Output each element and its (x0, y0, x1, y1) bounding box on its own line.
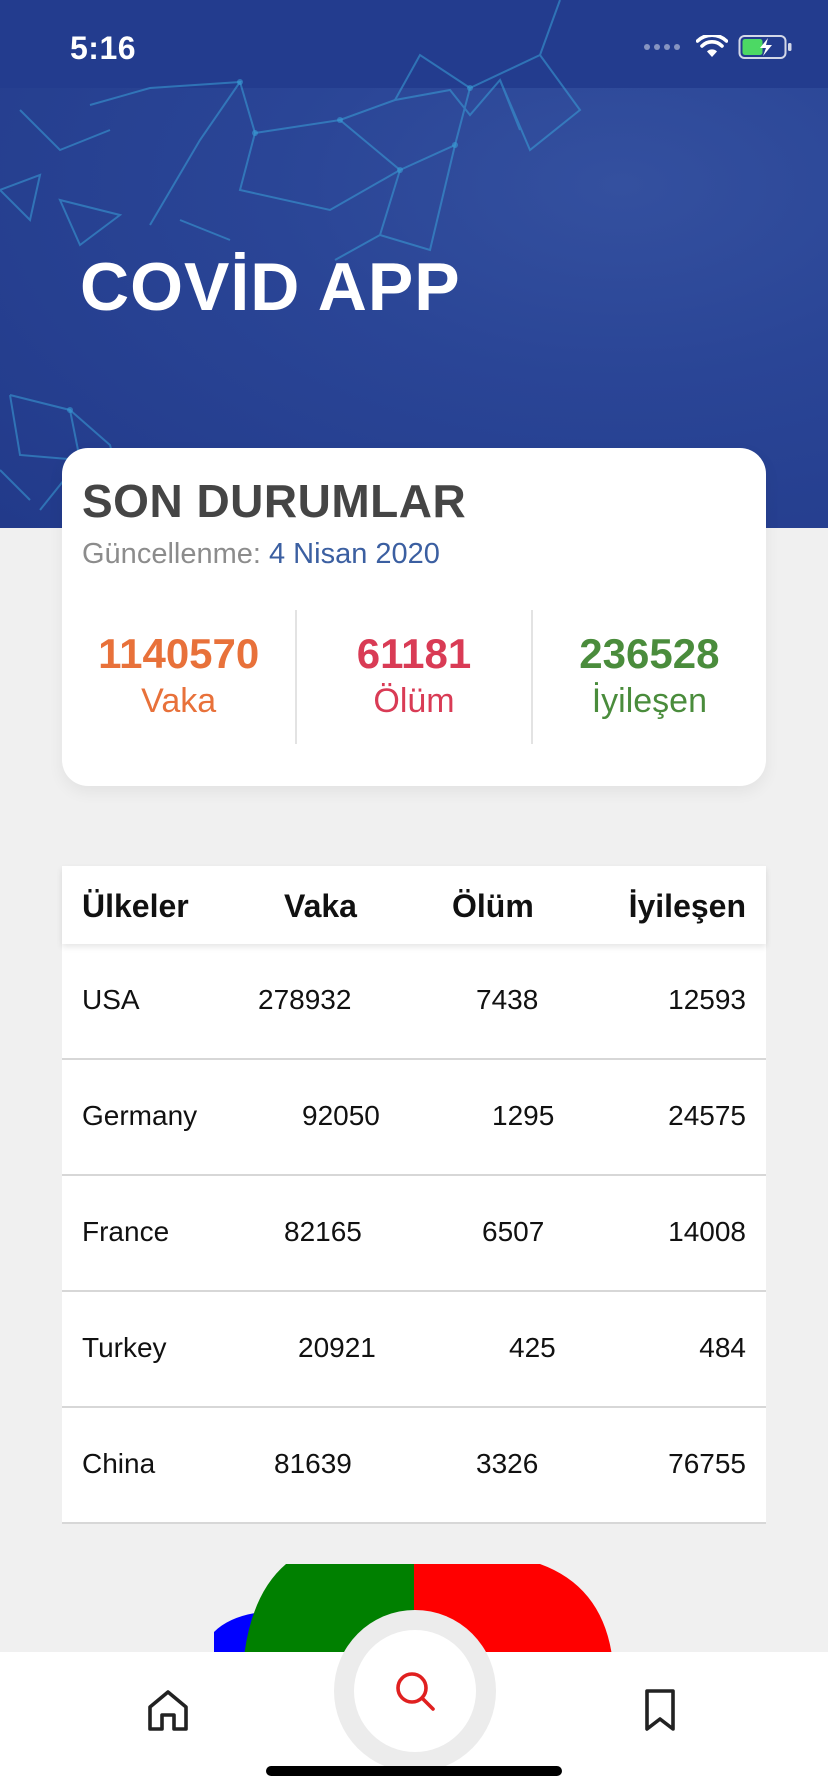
home-indicator[interactable] (266, 1766, 562, 1776)
cell-recovered: 24575 (668, 1100, 746, 1131)
status-time: 5:16 (70, 30, 137, 66)
column-header-cases: Vaka (284, 888, 357, 924)
table-row[interactable]: France 82165 6507 14008 (62, 1176, 766, 1292)
cell-cases: 92050 (302, 1100, 380, 1131)
cell-country: France (82, 1216, 170, 1247)
stat-cases: 1140570 Vaka (62, 610, 295, 744)
cell-recovered: 14008 (668, 1216, 746, 1247)
column-header-country: Ülkeler (82, 888, 189, 924)
cell-deaths: 6507 (482, 1216, 545, 1247)
nav-search-button[interactable] (354, 1630, 476, 1752)
summary-title: SON DURUMLAR (82, 475, 467, 527)
column-header-recovered: İyileşen (628, 888, 746, 924)
stat-recovered: 236528 İyileşen (533, 610, 766, 744)
table-header: Ülkeler Vaka Ölüm İyileşen (62, 866, 766, 944)
column-header-deaths: Ölüm (452, 888, 534, 924)
cell-cases: 278932 (258, 984, 352, 1015)
table-row[interactable]: Germany 92050 1295 24575 (62, 1060, 766, 1176)
cellular-signal-icon (644, 44, 680, 50)
cell-cases: 81639 (274, 1448, 352, 1479)
cell-deaths: 425 (509, 1332, 556, 1363)
cell-country: Turkey (82, 1332, 167, 1363)
cell-country: China (82, 1448, 156, 1479)
table-row[interactable]: USA 278932 7438 12593 (62, 944, 766, 1060)
summary-card: SON DURUMLAR Güncellenme: 4 Nisan 2020 1… (62, 448, 766, 786)
wifi-icon (696, 35, 728, 57)
stat-recovered-value: 236528 (579, 630, 720, 677)
update-label: Güncellenme: (82, 538, 261, 570)
stat-deaths-value: 61181 (356, 630, 472, 677)
home-icon (148, 1690, 188, 1731)
summary-stats: 1140570 Vaka 61181 Ölüm 236528 İyileşen (62, 610, 766, 744)
cell-deaths: 1295 (492, 1100, 555, 1131)
stat-cases-label: Vaka (141, 682, 217, 720)
stat-deaths: 61181 Ölüm (297, 610, 530, 744)
stat-cases-value: 1140570 (98, 630, 260, 677)
cell-cases: 20921 (298, 1332, 376, 1363)
bookmark-icon (645, 1689, 675, 1731)
stat-deaths-label: Ölüm (373, 682, 455, 720)
cell-country: Germany (82, 1100, 198, 1131)
stat-recovered-label: İyileşen (591, 682, 707, 720)
table-row[interactable]: Turkey 20921 425 484 (62, 1292, 766, 1408)
status-icons (644, 34, 794, 60)
nav-bookmark-button[interactable] (632, 1682, 688, 1738)
battery-charging-icon (738, 35, 792, 59)
cell-recovered: 12593 (668, 984, 746, 1015)
search-icon (396, 1672, 435, 1711)
countries-table[interactable]: Ülkeler Vaka Ölüm İyileşen USA 278932 74… (62, 866, 766, 1524)
nav-home-button[interactable] (140, 1682, 196, 1738)
cell-deaths: 3326 (476, 1448, 539, 1479)
cell-recovered: 76755 (668, 1448, 746, 1479)
cell-country: USA (82, 984, 140, 1015)
app-title: COVİD APP (80, 249, 461, 325)
cell-recovered: 484 (699, 1332, 746, 1363)
cell-deaths: 7438 (476, 984, 539, 1015)
update-value: 4 Nisan 2020 (269, 538, 440, 570)
table-row[interactable]: China 81639 3326 76755 (62, 1408, 766, 1524)
cell-cases: 82165 (284, 1216, 362, 1247)
update-date: Güncellenme: 4 Nisan 2020 (82, 538, 440, 571)
